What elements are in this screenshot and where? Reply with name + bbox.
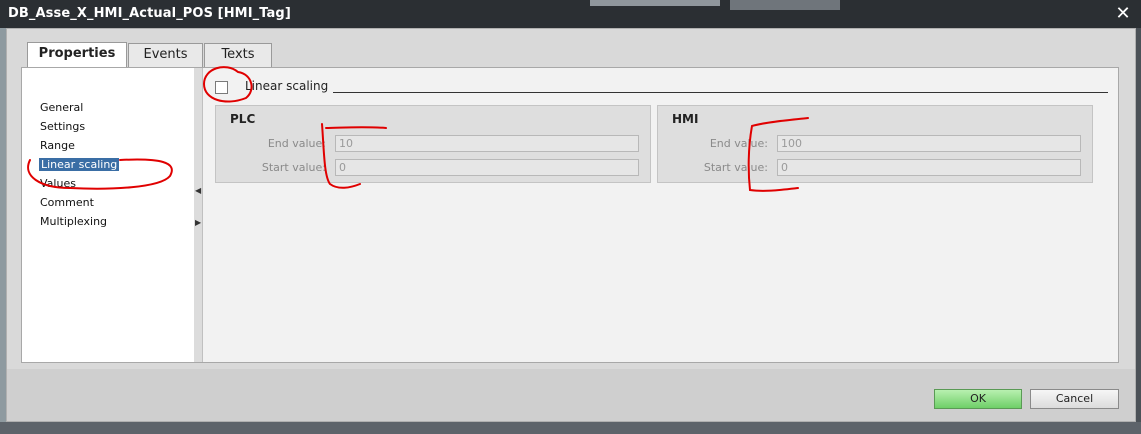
background-window-strip <box>0 422 1141 434</box>
linear-scaling-checkbox[interactable] <box>215 81 228 94</box>
nav-item-label: Comment <box>40 196 94 209</box>
nav-item-label: Settings <box>40 120 86 133</box>
tab-content: General Settings Range Linear scaling Va… <box>21 67 1119 363</box>
hmi-group-title: HMI <box>672 112 699 126</box>
linear-scaling-label: Linear scaling <box>245 79 329 93</box>
ok-button[interactable]: OK <box>934 389 1022 409</box>
nav-item-multiplexing[interactable]: Multiplexing <box>22 213 194 232</box>
nav-item-comment[interactable]: Comment <box>22 194 194 213</box>
nav-item-label: Linear scaling <box>39 158 120 171</box>
tab-properties[interactable]: Properties <box>27 42 127 68</box>
window-title: DB_Asse_X_HMI_Actual_POS [HMI_Tag] <box>8 6 291 21</box>
close-icon[interactable]: ✕ <box>1112 4 1134 24</box>
nav-item-label: Multiplexing <box>40 215 108 228</box>
nav-item-values[interactable]: Values <box>22 175 194 194</box>
plc-start-value-label: Start value: <box>261 161 326 174</box>
panel-splitter[interactable]: ◀ ▶ <box>194 68 203 362</box>
background-window-strip <box>590 0 720 6</box>
hmi-start-value-field[interactable]: 0 <box>777 159 1081 176</box>
background-window-strip <box>730 0 840 10</box>
nav-item-label: Range <box>40 139 75 152</box>
hmi-start-value-label: Start value: <box>703 161 768 174</box>
plc-start-value-field[interactable]: 0 <box>335 159 639 176</box>
plc-group: PLC End value: 10 Start value: 0 <box>215 105 651 183</box>
hmi-end-value-field[interactable]: 100 <box>777 135 1081 152</box>
arrow-right-icon[interactable]: ▶ <box>195 218 201 228</box>
hmi-group: HMI End value: 100 Start value: 0 <box>657 105 1093 183</box>
arrow-left-icon[interactable]: ◀ <box>195 186 201 196</box>
background-window-edge <box>1136 28 1141 422</box>
hmi-end-value-label: End value: <box>709 137 768 150</box>
nav-panel: General Settings Range Linear scaling Va… <box>22 68 195 362</box>
main-panel: Linear scaling PLC End value: 10 Start v… <box>203 68 1118 362</box>
nav-item-range[interactable]: Range <box>22 137 194 156</box>
nav-item-label: Values <box>40 177 76 190</box>
tab-texts[interactable]: Texts <box>204 43 272 67</box>
nav-item-general[interactable]: General <box>22 99 194 118</box>
cancel-button[interactable]: Cancel <box>1030 389 1119 409</box>
section-divider <box>333 92 1108 93</box>
nav-item-settings[interactable]: Settings <box>22 118 194 137</box>
plc-group-title: PLC <box>230 112 256 126</box>
plc-end-value-label: End value: <box>267 137 326 150</box>
properties-dialog: Properties Events Texts General Settings… <box>6 28 1136 422</box>
nav-item-label: General <box>40 101 84 114</box>
title-bar: DB_Asse_X_HMI_Actual_POS [HMI_Tag] ✕ <box>0 0 1141 28</box>
nav-item-linear-scaling[interactable]: Linear scaling <box>22 156 194 175</box>
plc-end-value-field[interactable]: 10 <box>335 135 639 152</box>
dialog-footer: OK Cancel <box>7 369 1135 421</box>
tab-events[interactable]: Events <box>128 43 203 67</box>
